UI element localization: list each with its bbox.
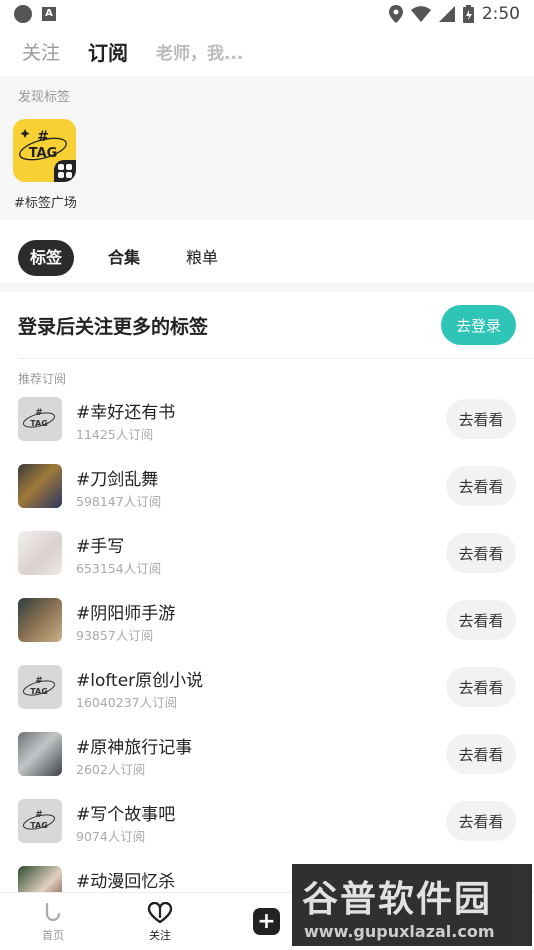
segment-tabs: 标签 合集 粮单 — [18, 240, 252, 276]
svg-text:TAG: TAG — [30, 821, 48, 830]
list-item[interactable]: #原神旅行记事 2602人订阅 去看看 — [0, 721, 534, 788]
discover-tags-section: 发现标签 # TAG #标签广场 — [0, 76, 534, 220]
tag-name: #动漫回忆杀 — [76, 872, 176, 892]
tag-thumbnail — [18, 598, 62, 642]
tag-thumbnail — [18, 531, 62, 575]
subscriber-count: 11425人订阅 — [76, 427, 154, 442]
nav-home-label: 首页 — [42, 929, 64, 942]
search-input[interactable]: 老师，我... — [156, 39, 243, 64]
tag-thumbnail: # TAG — [18, 665, 62, 709]
tag-name: #写个故事吧 — [76, 805, 176, 825]
view-button[interactable]: 去看看 — [446, 734, 516, 774]
recommend-title: 推荐订阅 — [18, 372, 67, 386]
tab-subscribe[interactable]: 订阅 — [88, 37, 128, 66]
list-item[interactable]: # TAG #写个故事吧 9074人订阅 去看看 — [0, 788, 534, 855]
view-button[interactable]: 去看看 — [446, 600, 516, 640]
tag-thumbnail — [18, 464, 62, 508]
watermark-logo: 谷普软件园 www.gupuxlazal.com — [292, 864, 532, 946]
list-item[interactable]: # TAG #lofter原创小说 16040237人订阅 去看看 — [0, 654, 534, 721]
tag-thumbnail: # TAG — [18, 397, 62, 441]
tab-lists[interactable]: 粮单 — [174, 240, 230, 276]
add-post-button[interactable]: + — [253, 908, 280, 935]
list-item[interactable]: # TAG #幸好还有书 11425人订阅 去看看 — [0, 386, 534, 453]
svg-text:TAG: TAG — [29, 146, 58, 161]
recommend-list: # TAG #幸好还有书 11425人订阅 去看看 #刀剑乱舞 598147人订阅… — [0, 386, 534, 922]
divider — [18, 358, 534, 359]
watermark-url: www.gupuxlazal.com — [304, 922, 495, 941]
tag-plaza-label[interactable]: #标签广场 — [14, 192, 77, 211]
nav-home[interactable]: 首页 — [23, 899, 83, 943]
login-prompt-text: 登录后关注更多的标签 — [18, 315, 209, 338]
heart-icon — [130, 899, 190, 927]
app-icon — [14, 5, 32, 23]
section-divider — [0, 282, 534, 292]
svg-text:TAG: TAG — [30, 687, 48, 696]
view-button[interactable]: 去看看 — [446, 667, 516, 707]
subscriber-count: 653154人订阅 — [76, 561, 162, 576]
discover-title: 发现标签 — [18, 90, 71, 105]
status-bar: A 2:50 — [0, 0, 534, 28]
view-button[interactable]: 去看看 — [446, 466, 516, 506]
clock: 2:50 — [481, 4, 520, 24]
nav-follow-label: 关注 — [149, 929, 171, 942]
view-button[interactable]: 去看看 — [446, 533, 516, 573]
grid-badge-icon — [54, 160, 76, 182]
tag-plaza-icon[interactable]: # TAG — [13, 119, 76, 182]
tab-tags[interactable]: 标签 — [18, 240, 75, 276]
location-icon — [388, 5, 403, 23]
list-item[interactable]: #刀剑乱舞 598147人订阅 去看看 — [0, 453, 534, 520]
list-item[interactable]: #阴阳师手游 93857人订阅 去看看 — [0, 587, 534, 654]
svg-text:TAG: TAG — [30, 419, 48, 428]
battery-icon — [462, 5, 474, 23]
tag-name: #阴阳师手游 — [76, 604, 176, 624]
svg-text:#: # — [35, 810, 43, 820]
tag-name: #lofter原创小说 — [76, 671, 204, 691]
top-nav: 关注 订阅 老师，我... — [0, 28, 534, 74]
home-icon — [23, 899, 83, 927]
login-prompt-row: 登录后关注更多的标签 去登录 — [18, 304, 516, 346]
watermark-text: 谷普软件园 — [302, 879, 493, 920]
a-icon: A — [42, 7, 56, 21]
svg-text:#: # — [35, 408, 43, 418]
subscriber-count: 9074人订阅 — [76, 829, 146, 844]
subscriber-count: 93857人订阅 — [76, 628, 154, 643]
subscriber-count: 2602人订阅 — [76, 762, 146, 777]
subscriber-count: 16040237人订阅 — [76, 695, 178, 710]
login-button[interactable]: 去登录 — [441, 305, 516, 345]
tag-name: #幸好还有书 — [76, 403, 176, 423]
tag-name: #原神旅行记事 — [76, 738, 193, 758]
tab-follow[interactable]: 关注 — [22, 38, 60, 65]
tag-name: #手写 — [76, 537, 125, 557]
svg-text:#: # — [37, 129, 49, 145]
tag-thumbnail — [18, 732, 62, 776]
svg-text:#: # — [35, 676, 43, 686]
signal-icon — [438, 6, 455, 22]
nav-follow[interactable]: 关注 — [130, 899, 190, 943]
view-button[interactable]: 去看看 — [446, 399, 516, 439]
view-button[interactable]: 去看看 — [446, 801, 516, 841]
subscriber-count: 598147人订阅 — [76, 494, 162, 509]
tag-thumbnail: # TAG — [18, 799, 62, 843]
list-item[interactable]: #手写 653154人订阅 去看看 — [0, 520, 534, 587]
tab-collections[interactable]: 合集 — [96, 240, 152, 276]
wifi-icon — [410, 6, 431, 22]
tag-name: #刀剑乱舞 — [76, 470, 159, 490]
